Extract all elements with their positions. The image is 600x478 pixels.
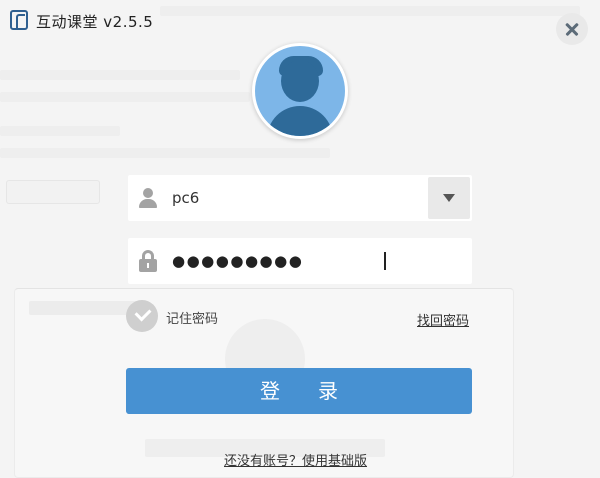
background-text-line [0, 92, 250, 102]
avatar-body [267, 106, 333, 136]
background-text-line [0, 126, 120, 136]
password-field[interactable]: ●●●●●●●●● [128, 238, 472, 284]
account-dropdown-button[interactable] [428, 177, 470, 219]
user-icon [138, 187, 158, 209]
chevron-down-icon [443, 194, 455, 202]
text-caret [384, 252, 386, 270]
remember-password-label: 记住密码 [166, 312, 219, 327]
check-icon[interactable] [126, 300, 158, 332]
username-input[interactable] [172, 175, 422, 221]
background-dialog-title [29, 301, 139, 315]
avatar-head [281, 60, 319, 102]
user-avatar-icon [252, 43, 348, 139]
close-button[interactable] [556, 13, 588, 45]
background-text-line [0, 148, 330, 158]
app-title: 互动课堂 v2.5.5 [36, 13, 154, 31]
use-basic-version-link[interactable]: 还没有账号？使用基础版 [224, 450, 367, 469]
background-text-line [0, 70, 240, 80]
title-bar: 互动课堂 v2.5.5 [0, 0, 600, 45]
background-button [6, 180, 100, 204]
username-field [128, 175, 472, 221]
forgot-password-link[interactable]: 找回密码 [417, 310, 469, 329]
password-input[interactable]: ●●●●●●●●● [172, 252, 303, 270]
login-button[interactable]: 登录 [126, 368, 472, 414]
app-logo-icon [10, 10, 28, 30]
lock-icon [138, 250, 158, 272]
